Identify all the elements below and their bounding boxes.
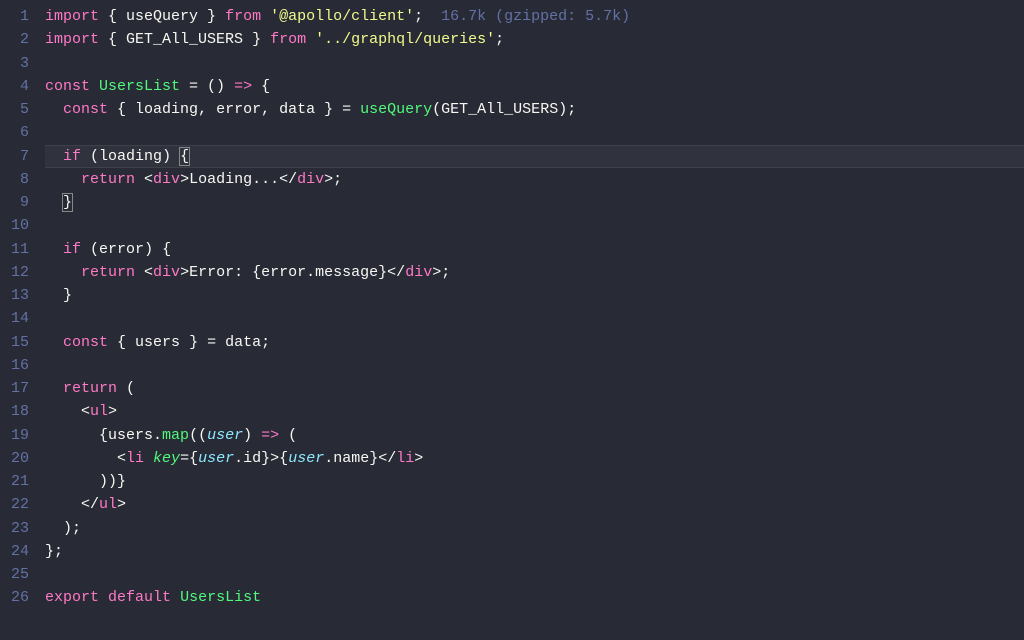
code-line[interactable]: } (45, 191, 1024, 214)
line-number: 11 (8, 238, 29, 261)
code-line[interactable]: if (error) { (45, 238, 1024, 261)
line-number: 1 (8, 5, 29, 28)
line-number: 23 (8, 517, 29, 540)
code-line[interactable]: {users.map((user) => ( (45, 424, 1024, 447)
line-number: 22 (8, 493, 29, 516)
line-number: 19 (8, 424, 29, 447)
code-line[interactable]: import { GET_All_USERS } from '../graphq… (45, 28, 1024, 51)
line-number: 18 (8, 400, 29, 423)
code-line[interactable] (45, 307, 1024, 330)
code-line[interactable]: return <div>Loading...</div>; (45, 168, 1024, 191)
line-number: 14 (8, 307, 29, 330)
code-line[interactable] (45, 354, 1024, 377)
line-number: 5 (8, 98, 29, 121)
line-number: 10 (8, 214, 29, 237)
code-line[interactable]: return <div>Error: {error.message}</div>… (45, 261, 1024, 284)
code-line[interactable] (45, 121, 1024, 144)
line-number: 21 (8, 470, 29, 493)
code-content[interactable]: import { useQuery } from '@apollo/client… (45, 0, 1024, 640)
import-cost-hint: 16.7k (gzipped: 5.7k) (441, 8, 630, 25)
code-line[interactable] (45, 563, 1024, 586)
line-number: 2 (8, 28, 29, 51)
line-number: 4 (8, 75, 29, 98)
code-line[interactable]: </ul> (45, 493, 1024, 516)
code-line[interactable]: export default UsersList (45, 586, 1024, 609)
code-editor[interactable]: 1 2 3 4 5 6 7 8 9 10 11 12 13 14 15 16 1… (0, 0, 1024, 640)
code-line[interactable]: ); (45, 517, 1024, 540)
line-number-gutter: 1 2 3 4 5 6 7 8 9 10 11 12 13 14 15 16 1… (0, 0, 45, 640)
code-line[interactable]: const UsersList = () => { (45, 75, 1024, 98)
line-number: 15 (8, 331, 29, 354)
code-line[interactable]: const { users } = data; (45, 331, 1024, 354)
line-number: 13 (8, 284, 29, 307)
line-number: 17 (8, 377, 29, 400)
line-number: 6 (8, 121, 29, 144)
line-number: 9 (8, 191, 29, 214)
code-line[interactable]: const { loading, error, data } = useQuer… (45, 98, 1024, 121)
code-line[interactable]: <ul> (45, 400, 1024, 423)
line-number: 26 (8, 586, 29, 609)
line-number: 7 (8, 145, 29, 168)
line-number: 12 (8, 261, 29, 284)
code-line[interactable]: return ( (45, 377, 1024, 400)
code-line[interactable] (45, 52, 1024, 75)
matching-bracket: { (180, 148, 189, 165)
code-line[interactable]: <li key={user.id}>{user.name}</li> (45, 447, 1024, 470)
line-number: 8 (8, 168, 29, 191)
line-number: 25 (8, 563, 29, 586)
code-line-active[interactable]: if (loading) { (45, 145, 1024, 168)
line-number: 3 (8, 52, 29, 75)
line-number: 16 (8, 354, 29, 377)
matching-bracket: } (63, 194, 72, 211)
code-line[interactable]: ))} (45, 470, 1024, 493)
code-line[interactable]: import { useQuery } from '@apollo/client… (45, 5, 1024, 28)
code-line[interactable] (45, 214, 1024, 237)
line-number: 24 (8, 540, 29, 563)
line-number: 20 (8, 447, 29, 470)
code-line[interactable]: } (45, 284, 1024, 307)
code-line[interactable]: }; (45, 540, 1024, 563)
